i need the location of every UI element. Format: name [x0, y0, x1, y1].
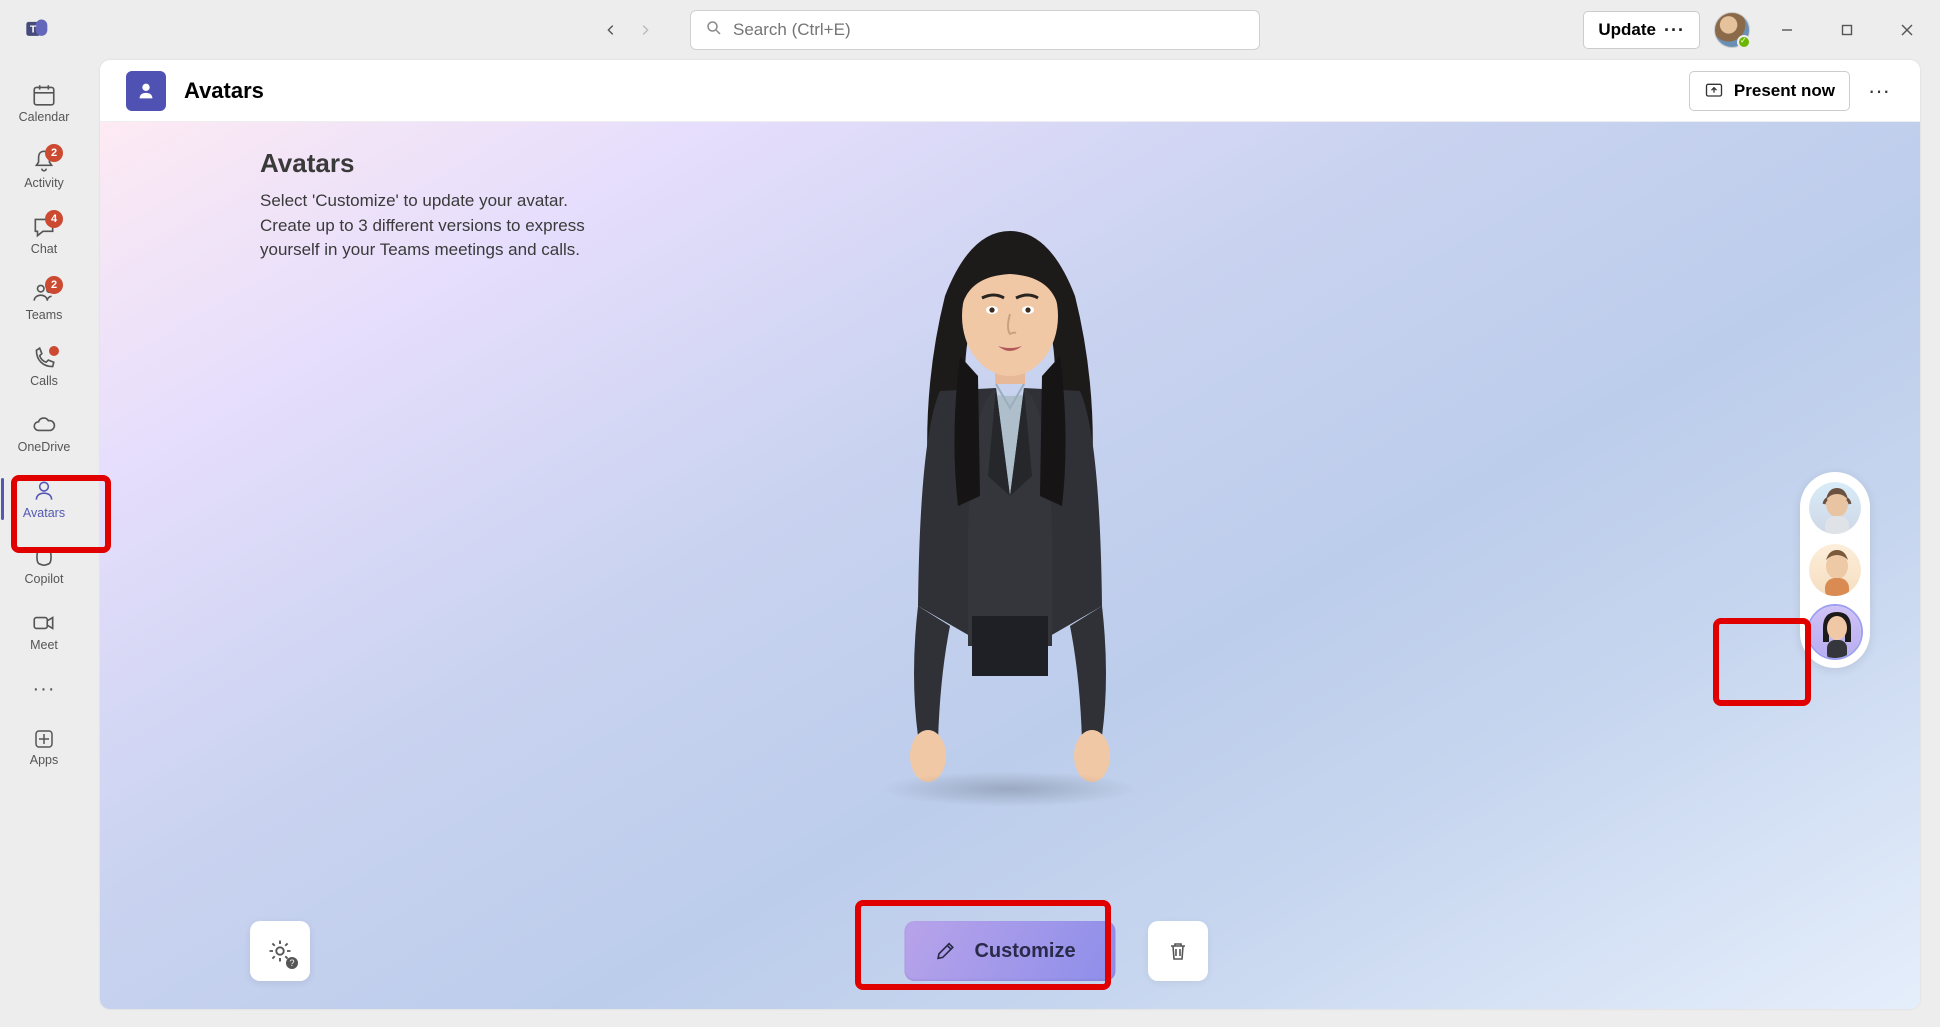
avatar-selector — [1800, 472, 1870, 668]
rail-apps[interactable]: Apps — [7, 714, 81, 780]
rail-avatars[interactable]: Avatars — [7, 466, 81, 532]
rail-onedrive-label: OneDrive — [18, 440, 71, 454]
rail-chat-label: Chat — [31, 242, 57, 256]
rail-activity-label: Activity — [24, 176, 64, 190]
copilot-icon — [31, 544, 57, 570]
person-icon — [31, 478, 57, 504]
app-rail: Calendar 2 Activity 4 Chat 2 Teams Calls… — [0, 60, 88, 1027]
phone-icon — [31, 346, 57, 372]
teams-logo-icon: T — [20, 12, 56, 48]
cloud-icon — [31, 412, 57, 438]
rail-meet-label: Meet — [30, 638, 58, 652]
update-button[interactable]: Update ··· — [1583, 11, 1700, 49]
people-icon: 2 — [31, 280, 57, 306]
share-screen-icon — [1704, 81, 1724, 101]
rail-onedrive[interactable]: OneDrive — [7, 400, 81, 466]
profile-avatar[interactable] — [1714, 12, 1750, 48]
search-input[interactable] — [733, 20, 1245, 40]
present-now-button[interactable]: Present now — [1689, 71, 1850, 111]
info-panel: Avatars Select 'Customize' to update you… — [260, 148, 640, 263]
video-icon — [31, 610, 57, 636]
pencil-icon — [934, 940, 956, 962]
avatar-shadow — [880, 771, 1140, 807]
present-now-label: Present now — [1734, 81, 1835, 101]
main-header: Avatars Present now ··· — [100, 60, 1920, 122]
search-icon — [705, 19, 723, 42]
avatar-stage: Avatars Select 'Customize' to update you… — [100, 122, 1920, 1009]
avatar-slot-3[interactable] — [1807, 604, 1863, 660]
nav-forward-button[interactable] — [630, 15, 660, 45]
rail-meet[interactable]: Meet — [7, 598, 81, 664]
avatar-settings-button[interactable]: ? — [250, 921, 310, 981]
rail-copilot-label: Copilot — [25, 572, 64, 586]
info-line2: Create up to 3 different versions to exp… — [260, 216, 585, 260]
activity-badge: 2 — [45, 144, 63, 162]
calendar-icon — [31, 82, 57, 108]
main-panel: Avatars Present now ··· Avatars Select '… — [100, 60, 1920, 1009]
rail-calls[interactable]: Calls — [7, 334, 81, 400]
rail-teams[interactable]: 2 Teams — [7, 268, 81, 334]
rail-calendar[interactable]: Calendar — [7, 70, 81, 136]
rail-copilot[interactable]: Copilot — [7, 532, 81, 598]
apps-icon — [32, 727, 56, 751]
bell-icon: 2 — [31, 148, 57, 174]
chat-icon: 4 — [31, 214, 57, 240]
customize-button-label: Customize — [974, 940, 1075, 963]
avatars-app-icon — [126, 71, 166, 111]
page-title: Avatars — [184, 78, 264, 104]
titlebar: T Update ··· — [0, 0, 1940, 60]
calls-dot-badge — [49, 346, 59, 356]
trash-icon — [1166, 939, 1190, 963]
info-line1: Select 'Customize' to update your avatar… — [260, 191, 568, 210]
rail-teams-label: Teams — [26, 308, 63, 322]
chat-badge: 4 — [45, 210, 63, 228]
avatar-slot-2[interactable] — [1807, 542, 1863, 598]
nav-back-button[interactable] — [596, 15, 626, 45]
presence-available-icon — [1737, 35, 1751, 49]
header-more-button[interactable]: ··· — [1864, 76, 1894, 106]
rail-more-button[interactable]: ··· — [7, 664, 81, 714]
avatar-slot-1[interactable] — [1807, 480, 1863, 536]
rail-apps-label: Apps — [30, 753, 59, 767]
help-badge-icon: ? — [286, 957, 298, 969]
rail-calendar-label: Calendar — [19, 110, 70, 124]
window-close-button[interactable] — [1884, 10, 1930, 50]
rail-chat[interactable]: 4 Chat — [7, 202, 81, 268]
window-maximize-button[interactable] — [1824, 10, 1870, 50]
rail-activity[interactable]: 2 Activity — [7, 136, 81, 202]
rail-calls-label: Calls — [30, 374, 58, 388]
delete-avatar-button[interactable] — [1148, 921, 1208, 981]
search-box[interactable] — [690, 10, 1260, 50]
teams-badge: 2 — [45, 276, 63, 294]
avatar-preview — [800, 176, 1220, 801]
window-minimize-button[interactable] — [1764, 10, 1810, 50]
info-heading: Avatars — [260, 148, 640, 179]
update-more-icon: ··· — [1664, 20, 1685, 41]
update-button-label: Update — [1598, 20, 1656, 40]
customize-button[interactable]: Customize — [904, 921, 1115, 981]
rail-avatars-label: Avatars — [23, 506, 65, 520]
svg-text:T: T — [30, 23, 37, 35]
